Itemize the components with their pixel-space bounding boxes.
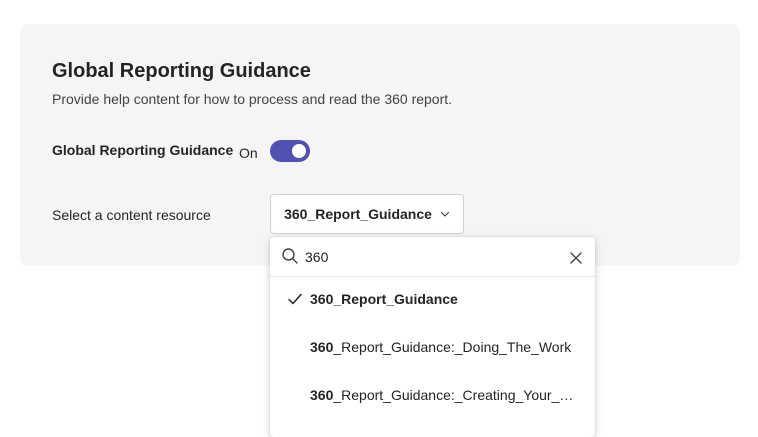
dropdown-option-label: 360_Report_Guidance:_Doing_The_Work	[310, 339, 579, 355]
dropdown-option[interactable]: 360_Report_Guidance:_Doing_The_Work	[270, 323, 595, 371]
section-title: Global Reporting Guidance	[52, 60, 311, 82]
settings-card: Global Reporting Guidance Provide help c…	[20, 24, 740, 266]
option-match-text: 360	[310, 339, 334, 355]
dropdown-option-label: 360_Report_Guidance:_Creating_Your_Posit…	[310, 387, 579, 403]
content-resource-dropdown: 360_Report_Guidance 360_Report_Guidance:…	[270, 237, 595, 437]
option-match-text: 360	[310, 291, 334, 307]
search-icon	[281, 247, 299, 270]
checkmark-icon	[287, 291, 303, 310]
dropdown-option-label: 360_Report_Guidance	[310, 291, 579, 307]
content-resource-value: 360_Report_Guidance	[284, 206, 432, 222]
content-resource-select[interactable]: 360_Report_Guidance	[270, 194, 464, 234]
dropdown-option[interactable]: 360_Report_Guidance:_Creating_Your_Posit…	[270, 371, 595, 419]
toggle-label: Global Reporting Guidance	[52, 142, 234, 158]
option-rest-text: _Report_Guidance:_Creating_Your_Positive…	[333, 387, 579, 403]
option-match-text: 360	[310, 387, 334, 403]
global-guidance-toggle[interactable]	[270, 140, 310, 162]
dropdown-search-row	[270, 237, 595, 277]
option-rest-text: _Report_Guidance:_Doing_The_Work	[333, 339, 572, 355]
dropdown-option[interactable]: 360_Report_Guidance	[270, 275, 595, 323]
section-description: Provide help content for how to process …	[52, 91, 453, 107]
close-icon[interactable]	[570, 251, 582, 269]
option-rest-text: _Report_Guidance	[333, 291, 458, 307]
dropdown-search-input[interactable]	[305, 245, 555, 269]
toggle-knob	[292, 144, 306, 158]
content-resource-label: Select a content resource	[52, 207, 211, 223]
toggle-state-text: On	[239, 145, 258, 161]
chevron-down-icon	[440, 209, 450, 219]
